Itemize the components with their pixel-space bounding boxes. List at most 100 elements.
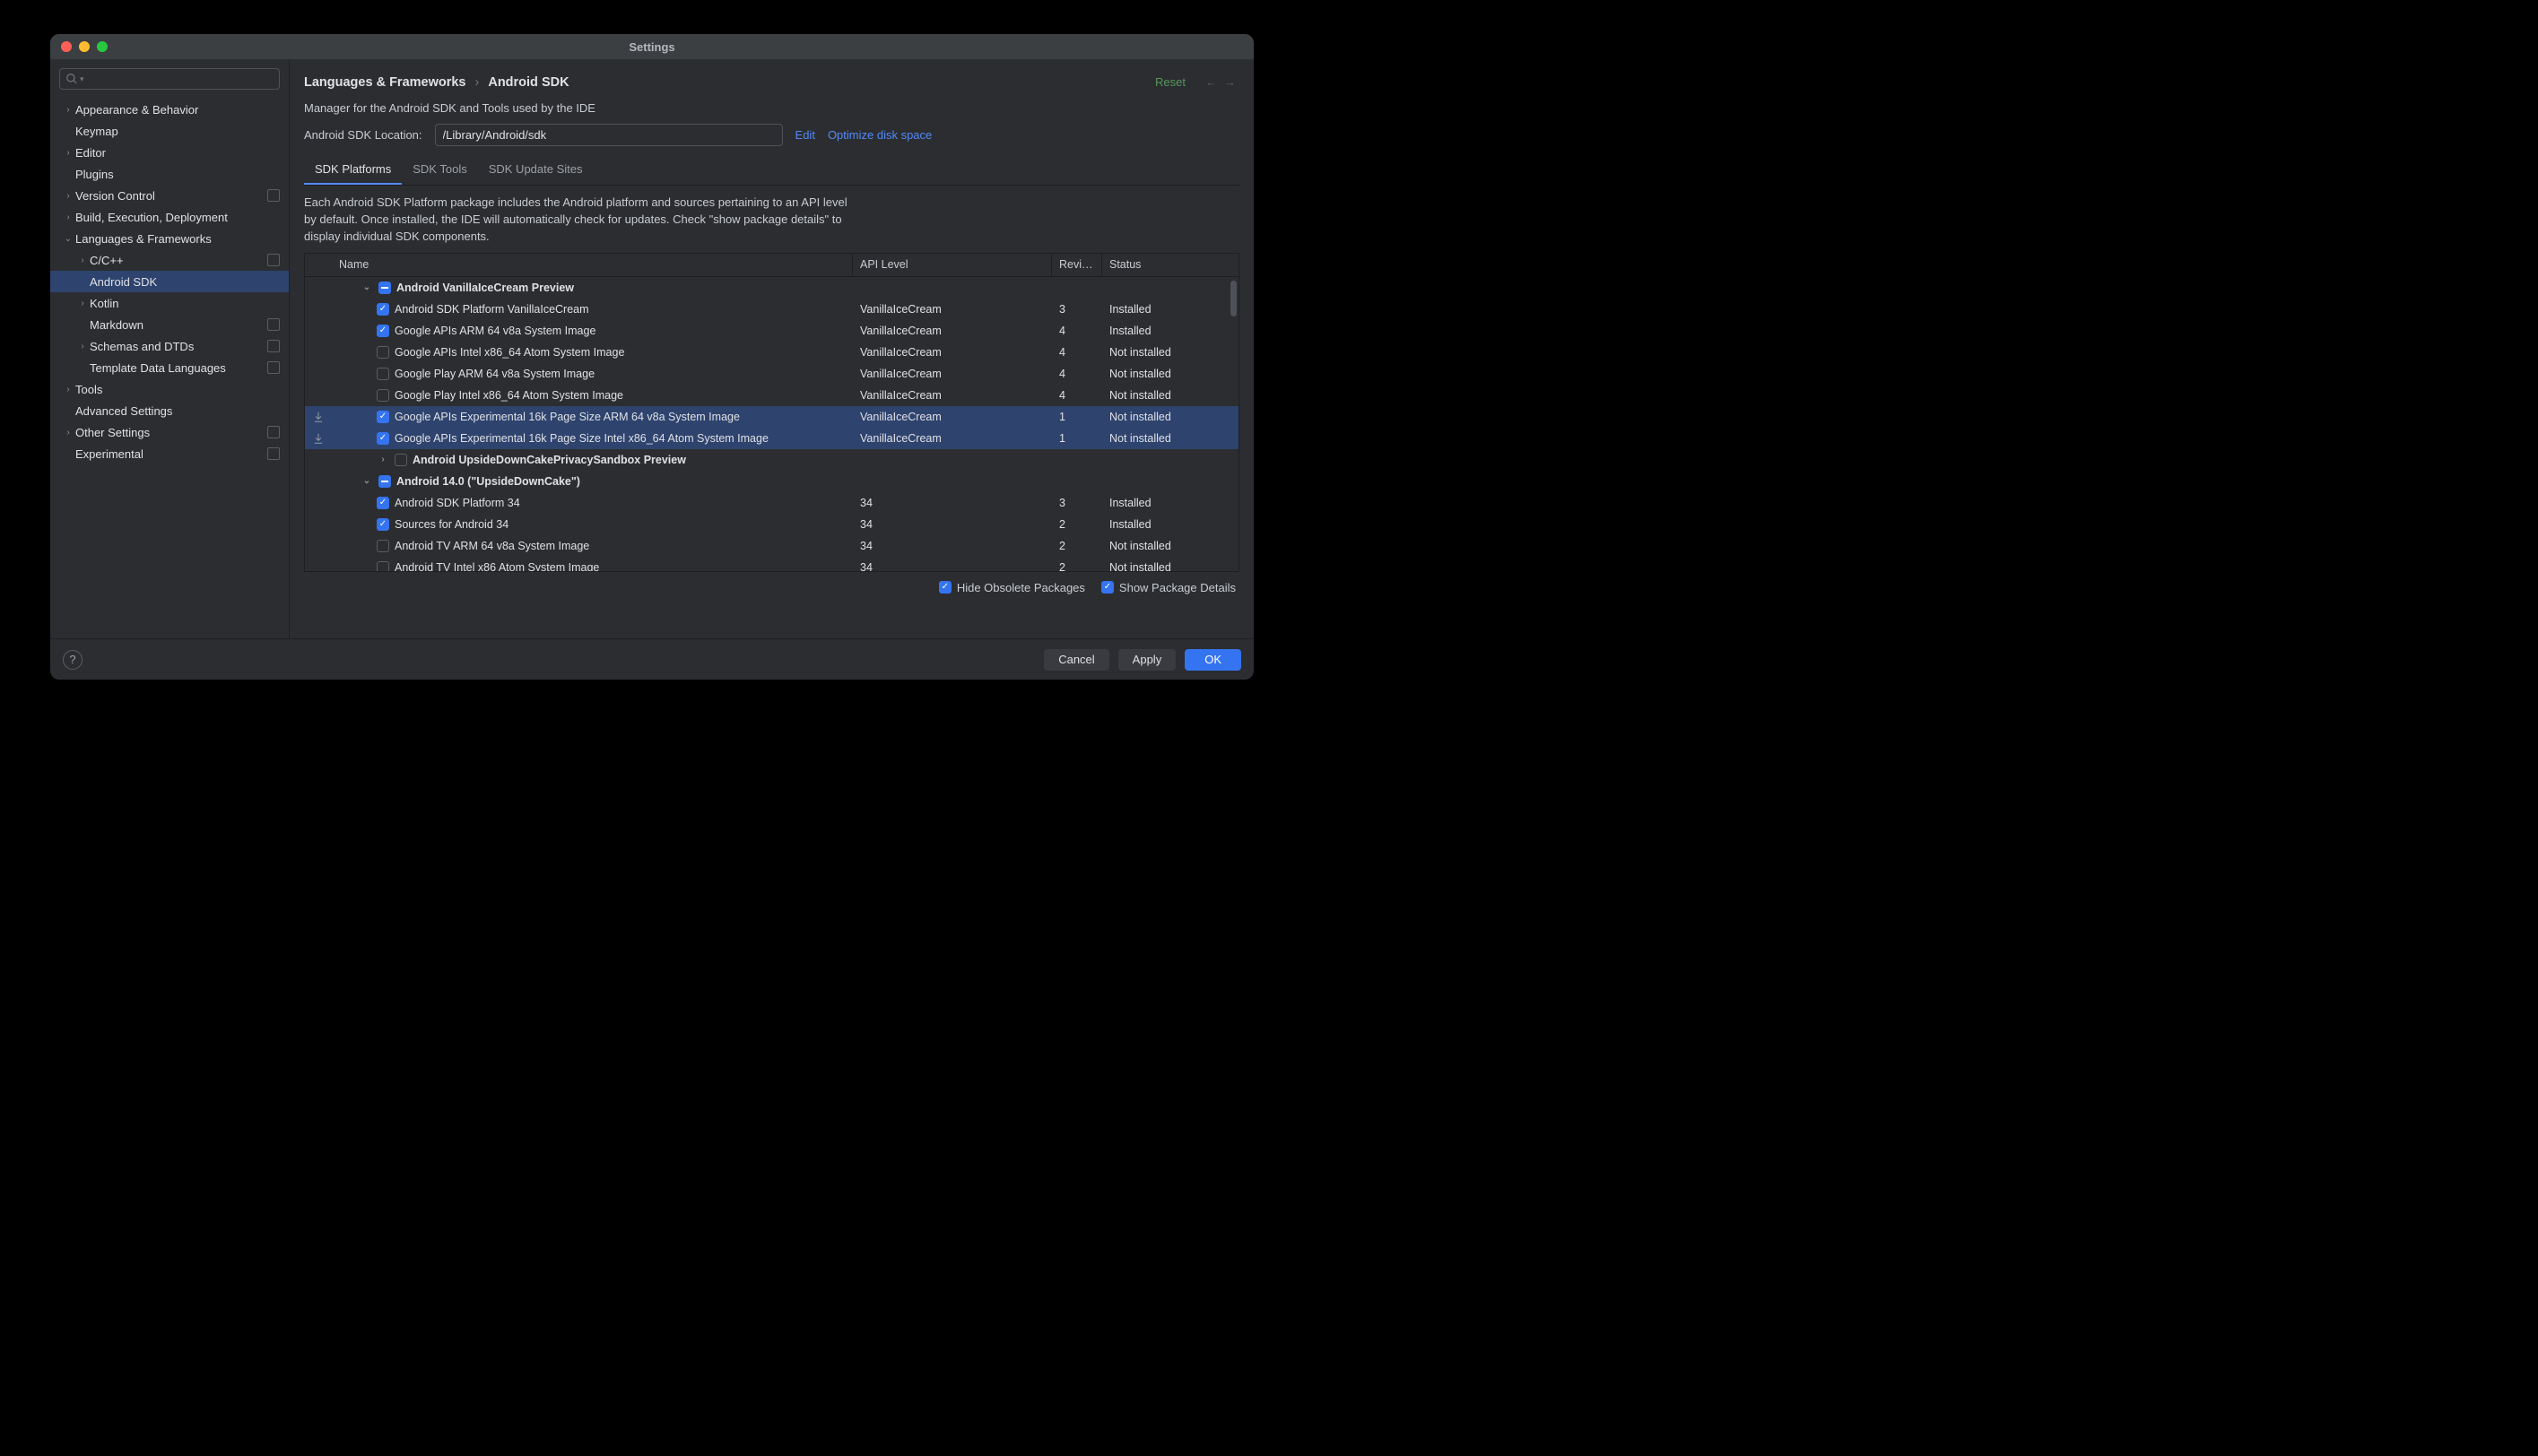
- package-row[interactable]: Sources for Android 34342Installed: [305, 514, 1239, 535]
- packages-table: Name API Level Revi… Status ⌄Android Van…: [304, 253, 1239, 572]
- sidebar-item-keymap[interactable]: Keymap: [50, 120, 289, 142]
- package-group[interactable]: ›Android UpsideDownCakePrivacySandbox Pr…: [305, 449, 1239, 471]
- edit-link[interactable]: Edit: [795, 128, 815, 142]
- column-status[interactable]: Status: [1102, 254, 1239, 276]
- package-revision: 1: [1052, 411, 1102, 423]
- package-name-cell: Android SDK Platform 34: [332, 497, 853, 509]
- search-field[interactable]: [88, 73, 274, 85]
- package-checkbox[interactable]: [377, 518, 389, 531]
- package-group[interactable]: ⌄ Android 14.0 ("UpsideDownCake"): [305, 471, 1239, 492]
- package-checkbox[interactable]: [377, 325, 389, 337]
- sidebar-item-advanced-settings[interactable]: Advanced Settings: [50, 400, 289, 421]
- apply-button[interactable]: Apply: [1118, 649, 1177, 671]
- show-details-checkbox[interactable]: Show Package Details: [1101, 581, 1236, 594]
- sdk-location-field[interactable]: [435, 124, 783, 146]
- help-button[interactable]: ?: [63, 650, 83, 670]
- package-api-level: 34: [853, 497, 1052, 509]
- column-api-level[interactable]: API Level: [853, 254, 1052, 276]
- chevron-right-icon[interactable]: ›: [377, 455, 389, 464]
- tab-sdk-update-sites[interactable]: SDK Update Sites: [478, 157, 594, 185]
- sdk-location-label: Android SDK Location:: [304, 128, 422, 142]
- sidebar-item-languages-frameworks[interactable]: ⌄Languages & Frameworks: [50, 228, 289, 249]
- column-revision[interactable]: Revi…: [1052, 254, 1102, 276]
- chevron-down-icon[interactable]: ⌄: [361, 476, 373, 486]
- sidebar-item-tools[interactable]: ›Tools: [50, 378, 289, 400]
- package-checkbox[interactable]: [377, 368, 389, 380]
- dialog-footer: ? Cancel Apply OK: [50, 638, 1254, 680]
- nav-back-icon[interactable]: ←: [1202, 72, 1221, 92]
- package-checkbox[interactable]: [378, 475, 391, 488]
- package-row[interactable]: Google Play ARM 64 v8a System ImageVanil…: [305, 363, 1239, 385]
- nav-forward-icon[interactable]: →: [1221, 72, 1239, 92]
- sidebar-item-markdown[interactable]: Markdown: [50, 314, 289, 335]
- package-checkbox[interactable]: [377, 432, 389, 445]
- package-revision: 4: [1052, 389, 1102, 402]
- package-checkbox[interactable]: [377, 561, 389, 571]
- package-group[interactable]: ⌄Android VanillaIceCream Preview: [305, 277, 1239, 299]
- sidebar-item-label: Version Control: [75, 189, 262, 203]
- package-status: Installed: [1102, 518, 1239, 531]
- package-checkbox[interactable]: [377, 540, 389, 552]
- package-checkbox[interactable]: [377, 303, 389, 316]
- package-row[interactable]: Google APIs Experimental 16k Page Size A…: [305, 406, 1239, 428]
- hide-obsolete-checkbox[interactable]: Hide Obsolete Packages: [939, 581, 1085, 594]
- sidebar-item-editor[interactable]: ›Editor: [50, 142, 289, 163]
- download-icon: [305, 432, 332, 445]
- sidebar-item-appearance-behavior[interactable]: ›Appearance & Behavior: [50, 99, 289, 120]
- sidebar-item-label: Advanced Settings: [75, 404, 280, 418]
- settings-window: Settings ▾ ›Appearance & BehaviorKeymap›…: [50, 34, 1254, 680]
- package-row[interactable]: Android SDK Platform 34343Installed: [305, 492, 1239, 514]
- cancel-button[interactable]: Cancel: [1044, 649, 1108, 671]
- package-row[interactable]: Google Play Intel x86_64 Atom System Ima…: [305, 385, 1239, 406]
- package-name-cell: Sources for Android 34: [332, 518, 853, 531]
- settings-tree[interactable]: ›Appearance & BehaviorKeymap›EditorPlugi…: [50, 95, 289, 638]
- package-status: Not installed: [1102, 346, 1239, 359]
- breadcrumb-parent[interactable]: Languages & Frameworks: [304, 75, 466, 90]
- package-checkbox[interactable]: [395, 454, 407, 466]
- package-row[interactable]: Google APIs Intel x86_64 Atom System Ima…: [305, 342, 1239, 363]
- package-row[interactable]: Android SDK Platform VanillaIceCreamVani…: [305, 299, 1239, 320]
- package-name: Google APIs ARM 64 v8a System Image: [395, 325, 595, 337]
- tab-sdk-tools[interactable]: SDK Tools: [402, 157, 477, 185]
- column-name[interactable]: Name: [332, 254, 853, 276]
- package-row[interactable]: Google APIs Experimental 16k Page Size I…: [305, 428, 1239, 449]
- sidebar-item-android-sdk[interactable]: Android SDK: [50, 271, 289, 292]
- sidebar-item-kotlin[interactable]: ›Kotlin: [50, 292, 289, 314]
- package-row[interactable]: Google APIs ARM 64 v8a System ImageVanil…: [305, 320, 1239, 342]
- package-name: Google APIs Intel x86_64 Atom System Ima…: [395, 346, 624, 359]
- scrollbar-thumb[interactable]: [1230, 281, 1237, 316]
- sidebar-item-experimental[interactable]: Experimental: [50, 443, 289, 464]
- package-checkbox[interactable]: [377, 497, 389, 509]
- checkbox-icon: [939, 581, 952, 594]
- chevron-right-icon: ›: [75, 256, 90, 265]
- search-input[interactable]: ▾: [59, 68, 280, 90]
- package-checkbox[interactable]: [377, 346, 389, 359]
- sidebar-item-version-control[interactable]: ›Version Control: [50, 185, 289, 206]
- package-name: Android 14.0 ("UpsideDownCake"): [396, 475, 580, 488]
- package-api-level: 34: [853, 518, 1052, 531]
- chevron-down-icon[interactable]: ⌄: [361, 282, 373, 292]
- package-row[interactable]: Android TV ARM 64 v8a System Image342Not…: [305, 535, 1239, 557]
- sdk-tabs: SDK PlatformsSDK ToolsSDK Update Sites: [304, 157, 1239, 186]
- sidebar-item-other-settings[interactable]: ›Other Settings: [50, 421, 289, 443]
- chevron-right-icon: ›: [61, 105, 75, 115]
- package-row[interactable]: Android TV Intel x86 Atom System Image34…: [305, 557, 1239, 571]
- sidebar-item-c-c-[interactable]: ›C/C++: [50, 249, 289, 271]
- tab-sdk-platforms[interactable]: SDK Platforms: [304, 157, 402, 185]
- reset-button[interactable]: Reset: [1150, 74, 1191, 91]
- sidebar-item-plugins[interactable]: Plugins: [50, 163, 289, 185]
- column-icon: [305, 254, 332, 276]
- package-revision: 2: [1052, 540, 1102, 552]
- package-checkbox[interactable]: [377, 389, 389, 402]
- sidebar-item-build-execution-deployment[interactable]: ›Build, Execution, Deployment: [50, 206, 289, 228]
- package-revision: 3: [1052, 497, 1102, 509]
- package-checkbox[interactable]: [377, 411, 389, 423]
- sidebar-item-schemas-and-dtds[interactable]: ›Schemas and DTDs: [50, 335, 289, 357]
- sidebar-item-label: Tools: [75, 383, 280, 396]
- optimize-link[interactable]: Optimize disk space: [828, 128, 932, 142]
- page-description: Manager for the Android SDK and Tools us…: [304, 101, 1239, 115]
- hide-obsolete-label: Hide Obsolete Packages: [957, 581, 1085, 594]
- sidebar-item-template-data-languages[interactable]: Template Data Languages: [50, 357, 289, 378]
- ok-button[interactable]: OK: [1185, 649, 1241, 671]
- package-checkbox[interactable]: [378, 282, 391, 294]
